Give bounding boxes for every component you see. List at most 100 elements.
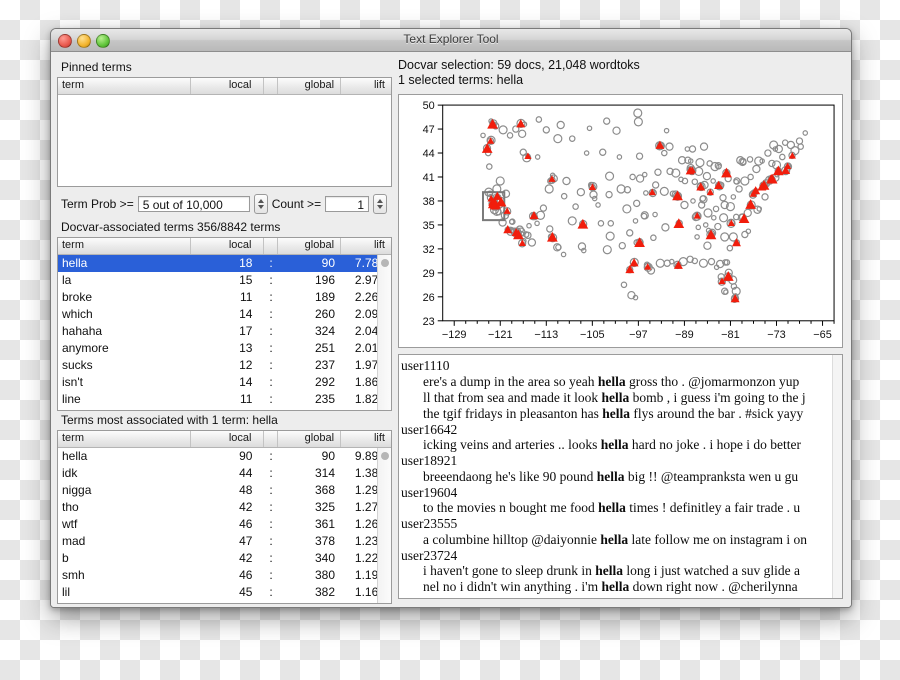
cell-separator: : <box>269 500 273 514</box>
kwic-line[interactable]: breeendaong he's like 90 pound hella big… <box>401 469 842 485</box>
column-header-sep[interactable] <box>264 78 278 94</box>
kwic-line[interactable]: a columbine hilltop @daiyonnie hella lat… <box>401 532 842 548</box>
column-header-sep[interactable] <box>264 238 278 254</box>
geo-scatter-plot[interactable]: 50 47 44 41 38 35 32 29 26 23 −129 −121 −113 −105 −97 −… <box>398 94 843 348</box>
table-row[interactable]: tho 42:325 1.279 <box>58 499 391 516</box>
scatter-svg[interactable]: 50 47 44 41 38 35 32 29 26 23 −129 −121 −113 −105 −97 −… <box>399 95 842 347</box>
data-point-doc <box>795 137 804 145</box>
table-row[interactable]: hella 90:90 9.898 <box>58 448 391 465</box>
kwic-line[interactable]: icking veins and arteries .. looks hella… <box>401 437 842 453</box>
data-point-doc <box>651 181 660 189</box>
kwic-line[interactable]: the tgif fridays in pleasanton has hella… <box>401 406 842 422</box>
data-point-doc <box>560 251 567 258</box>
y-tick-label: 32 <box>423 244 435 256</box>
docvar-terms-rows[interactable]: hella 18:90 7.784 la 15:196 2.979 broke 11:189 2… <box>58 255 391 410</box>
kwic-line[interactable]: to the movies n bought me food hella tim… <box>401 500 842 516</box>
table-row[interactable]: la 15:196 2.979 <box>58 272 391 289</box>
table-row[interactable]: b 42:340 1.223 <box>58 550 391 567</box>
data-point-doc <box>663 259 671 267</box>
kwic-line[interactable]: ere's a dump in the area so yeah hella g… <box>401 374 842 390</box>
cell-term: tho <box>62 500 79 514</box>
count-input[interactable]: 1 <box>325 196 370 212</box>
assoc-terms-label: Terms most associated with 1 term: hella <box>61 413 278 427</box>
data-point-doc <box>802 130 809 136</box>
column-header-local[interactable]: local <box>191 78 265 94</box>
data-point-doc <box>605 190 613 199</box>
cell-global: 382 <box>314 585 336 599</box>
column-header-local[interactable]: local <box>191 238 265 254</box>
column-header-term[interactable]: term <box>58 78 192 94</box>
cell-separator: : <box>264 408 277 410</box>
table-row[interactable]: anymore 13:251 2.016 <box>58 340 391 357</box>
docvar-terms-table[interactable]: term local global lift hella 18:90 7.784 la… <box>57 237 392 411</box>
data-point-doc <box>719 213 729 223</box>
kwic-line[interactable]: ll that from sea and made it look hella … <box>401 390 842 406</box>
column-header-lift[interactable]: lift <box>341 78 391 94</box>
data-point-doc <box>629 173 636 181</box>
cell-local: 14 <box>191 408 264 410</box>
table-row[interactable]: nigga 48:368 1.291 <box>58 482 391 499</box>
table-row[interactable]: idk 44:314 1.387 <box>58 465 391 482</box>
kwic-list[interactable]: user1110 ere's a dump in the area so yeah… <box>399 355 842 595</box>
column-header-local[interactable]: local <box>191 431 265 447</box>
table-row[interactable]: wtf 46:361 1.261 <box>58 516 391 533</box>
column-header-sep[interactable] <box>264 431 278 447</box>
window-titlebar[interactable]: Text Explorer Tool <box>51 29 851 52</box>
data-point-doc <box>586 125 593 132</box>
kwic-text-panel[interactable]: user1110 ere's a dump in the area so yeah… <box>398 354 843 599</box>
column-header-global[interactable]: global <box>278 431 342 447</box>
count-stepper[interactable] <box>373 194 388 214</box>
kwic-keyword: hella <box>597 373 626 389</box>
cell-global: 325 <box>314 500 336 514</box>
cell-local: 42 <box>239 551 253 565</box>
column-header-lift[interactable]: lift <box>341 238 391 254</box>
x-tick-label: −65 <box>813 329 832 341</box>
pinned-terms-table[interactable]: term local global lift <box>57 77 392 187</box>
cell-global: 235 <box>314 392 336 406</box>
data-point-doc <box>560 192 568 200</box>
data-point-doc <box>567 216 577 226</box>
table-row[interactable]: mad 47:378 1.231 <box>58 533 391 550</box>
y-tick-label: 26 <box>423 292 435 304</box>
table-row[interactable]: broke 11:189 2.265 <box>58 289 391 306</box>
column-header-term[interactable]: term <box>58 431 192 447</box>
data-point-doc <box>719 193 727 202</box>
assoc-terms-scrollbar[interactable] <box>377 448 391 603</box>
column-header-global[interactable]: global <box>278 78 342 94</box>
assoc-terms-rows[interactable]: hella 90:90 9.898 idk 44:314 1.387 nigga 48:368… <box>58 448 391 603</box>
filter-controls: Term Prob >= 5 out of 10,000 Count >= 1 <box>61 194 392 214</box>
scrollbar-thumb[interactable] <box>381 259 389 267</box>
pinned-terms-rows[interactable] <box>58 95 391 186</box>
x-tick-label: −129 <box>442 329 467 341</box>
cell-local: 47 <box>239 534 253 548</box>
table-row[interactable]: buy14:3071.775 <box>58 408 391 410</box>
docvar-terms-scrollbar[interactable] <box>377 255 391 410</box>
table-row[interactable]: smh 46:380 1.198 <box>58 567 391 584</box>
cell-global: 368 <box>314 483 336 497</box>
cell-separator: : <box>269 290 273 304</box>
column-header-global[interactable]: global <box>278 238 342 254</box>
kwic-line[interactable]: nel no i didn't win anything . i'm hella… <box>401 579 842 595</box>
table-row[interactable]: lil 45:382 1.166 <box>58 584 391 601</box>
table-row[interactable]: line 11:235 1.822 <box>58 391 391 408</box>
column-header-lift[interactable]: lift <box>341 431 391 447</box>
term-prob-stepper[interactable] <box>253 194 268 214</box>
data-point-doc <box>735 185 743 193</box>
kwic-user-id: user23555 <box>401 516 458 531</box>
scrollbar-thumb[interactable] <box>381 452 389 460</box>
kwic-scrollbar[interactable] <box>832 355 842 598</box>
assoc-terms-table[interactable]: term local global lift hella 90:90 9.898 id… <box>57 430 392 604</box>
cell-separator: : <box>269 392 273 406</box>
term-prob-input[interactable]: 5 out of 10,000 <box>137 196 250 212</box>
table-row[interactable]: isn't 14:292 1.866 <box>58 374 391 391</box>
kwic-line[interactable]: i haven't gone to sleep drunk in hella l… <box>401 563 842 579</box>
column-header-term[interactable]: term <box>58 238 192 254</box>
table-row[interactable]: sucks 12:237 1.971 <box>58 357 391 374</box>
table-row[interactable]: hella 18:90 7.784 <box>58 255 391 272</box>
cell-separator: : <box>269 585 273 599</box>
x-tick-label: −121 <box>488 329 513 341</box>
cell-separator: : <box>269 273 273 287</box>
table-row[interactable]: hahaha 17:324 2.042 <box>58 323 391 340</box>
table-row[interactable]: which 14:260 2.096 <box>58 306 391 323</box>
table-row[interactable]: hit56:4781.160 <box>58 601 391 603</box>
